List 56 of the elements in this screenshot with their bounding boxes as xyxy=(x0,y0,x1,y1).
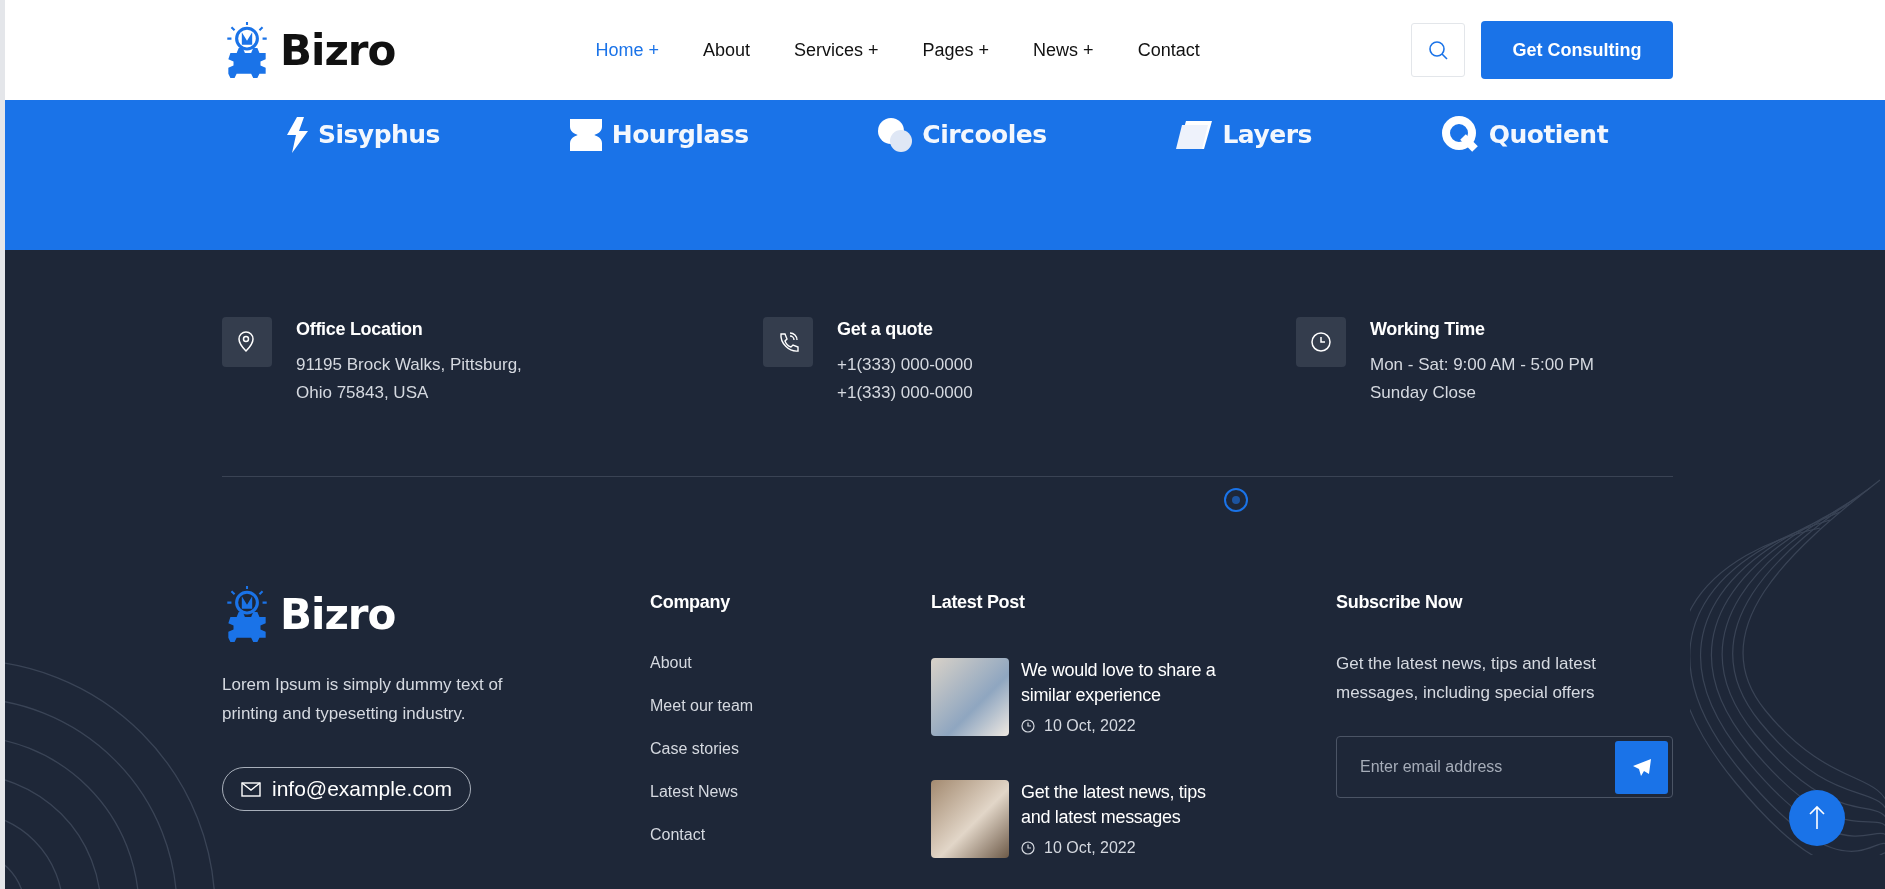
cursor-ring-icon xyxy=(1224,488,1248,512)
contact-detail: +1(333) 000-0000 xyxy=(837,354,973,376)
footer-description: Lorem Ipsum is simply dummy text of printing and typesetting industry. xyxy=(222,674,504,725)
column-heading: Company xyxy=(650,592,731,613)
contact-detail: Mon - Sat: 9:00 AM - 5:00 PM xyxy=(1370,354,1594,376)
email-field[interactable]: Enter email address xyxy=(1336,736,1673,798)
partner-mark-icon xyxy=(286,116,308,153)
logo-text[interactable]: Bizro xyxy=(280,25,396,75)
contact-title: Office Location xyxy=(296,319,424,340)
post-date: 10 Oct, 2022 xyxy=(1044,839,1136,857)
nav-link[interactable]: Contact xyxy=(1115,39,1222,61)
clock-icon xyxy=(1021,841,1035,855)
column-heading: Latest Post xyxy=(931,592,1026,613)
partner-name: Quotient xyxy=(1488,120,1609,149)
footer-link[interactable]: Latest News xyxy=(650,780,739,803)
send-button[interactable] xyxy=(1615,740,1668,794)
contact-title: Working Time xyxy=(1370,319,1486,340)
partner-name: Sisyphus xyxy=(317,120,440,149)
post-title[interactable]: Get the latest news, tips and latest messages xyxy=(1021,780,1231,830)
paper-plane-icon xyxy=(1631,757,1652,777)
email-input[interactable]: Enter email address xyxy=(1341,757,1615,777)
search-button[interactable] xyxy=(1411,23,1465,77)
column-heading: Subscribe Now xyxy=(1336,592,1464,613)
footer-link[interactable]: Case stories xyxy=(650,737,739,760)
partner-mark-icon xyxy=(569,118,602,151)
footer-link[interactable]: About xyxy=(650,651,692,674)
logo-text[interactable]: Bizro xyxy=(280,589,396,639)
nav-link[interactable]: Services + xyxy=(772,39,901,61)
nav-link[interactable]: News + xyxy=(1011,39,1116,61)
clock-icon xyxy=(1310,331,1332,353)
nav-link[interactable]: Pages + xyxy=(900,39,1012,61)
contact-detail: +1(333) 000-0000 xyxy=(837,382,973,404)
contact-detail: Ohio 75843, USA xyxy=(296,382,430,404)
get-consulting-button[interactable]: Get Consulting xyxy=(1481,21,1673,79)
partner-mark-icon xyxy=(1441,116,1479,153)
nav-link[interactable]: Home + xyxy=(573,39,681,61)
clock-icon xyxy=(1021,719,1035,733)
contact-detail: Sunday Close xyxy=(1370,382,1477,404)
post-title[interactable]: We would love to share a similar experience xyxy=(1021,658,1231,708)
footer-link[interactable]: Contact xyxy=(650,823,706,846)
phone-icon xyxy=(777,331,799,353)
mail-icon xyxy=(241,781,261,797)
subscribe-text: Get the latest news, tips and latest messages, including special offers xyxy=(1336,653,1597,704)
partner-mark-icon xyxy=(1176,120,1213,149)
partner-name: Hourglass xyxy=(611,120,749,149)
arrow-up-icon xyxy=(1808,805,1826,831)
nav-link[interactable]: About xyxy=(680,39,772,61)
partner-name: Layers xyxy=(1222,120,1312,149)
scroll-top-button[interactable] xyxy=(1789,790,1845,846)
contact-title: Get a quote xyxy=(837,319,934,340)
post-date: 10 Oct, 2022 xyxy=(1044,717,1136,735)
partner-name: Circooles xyxy=(922,120,1047,149)
partner-mark-icon xyxy=(878,117,913,152)
footer-link[interactable]: Meet our team xyxy=(650,694,754,717)
contact-detail: 91195 Brock Walks, Pittsburg, xyxy=(296,354,522,376)
search-icon xyxy=(1428,40,1448,60)
